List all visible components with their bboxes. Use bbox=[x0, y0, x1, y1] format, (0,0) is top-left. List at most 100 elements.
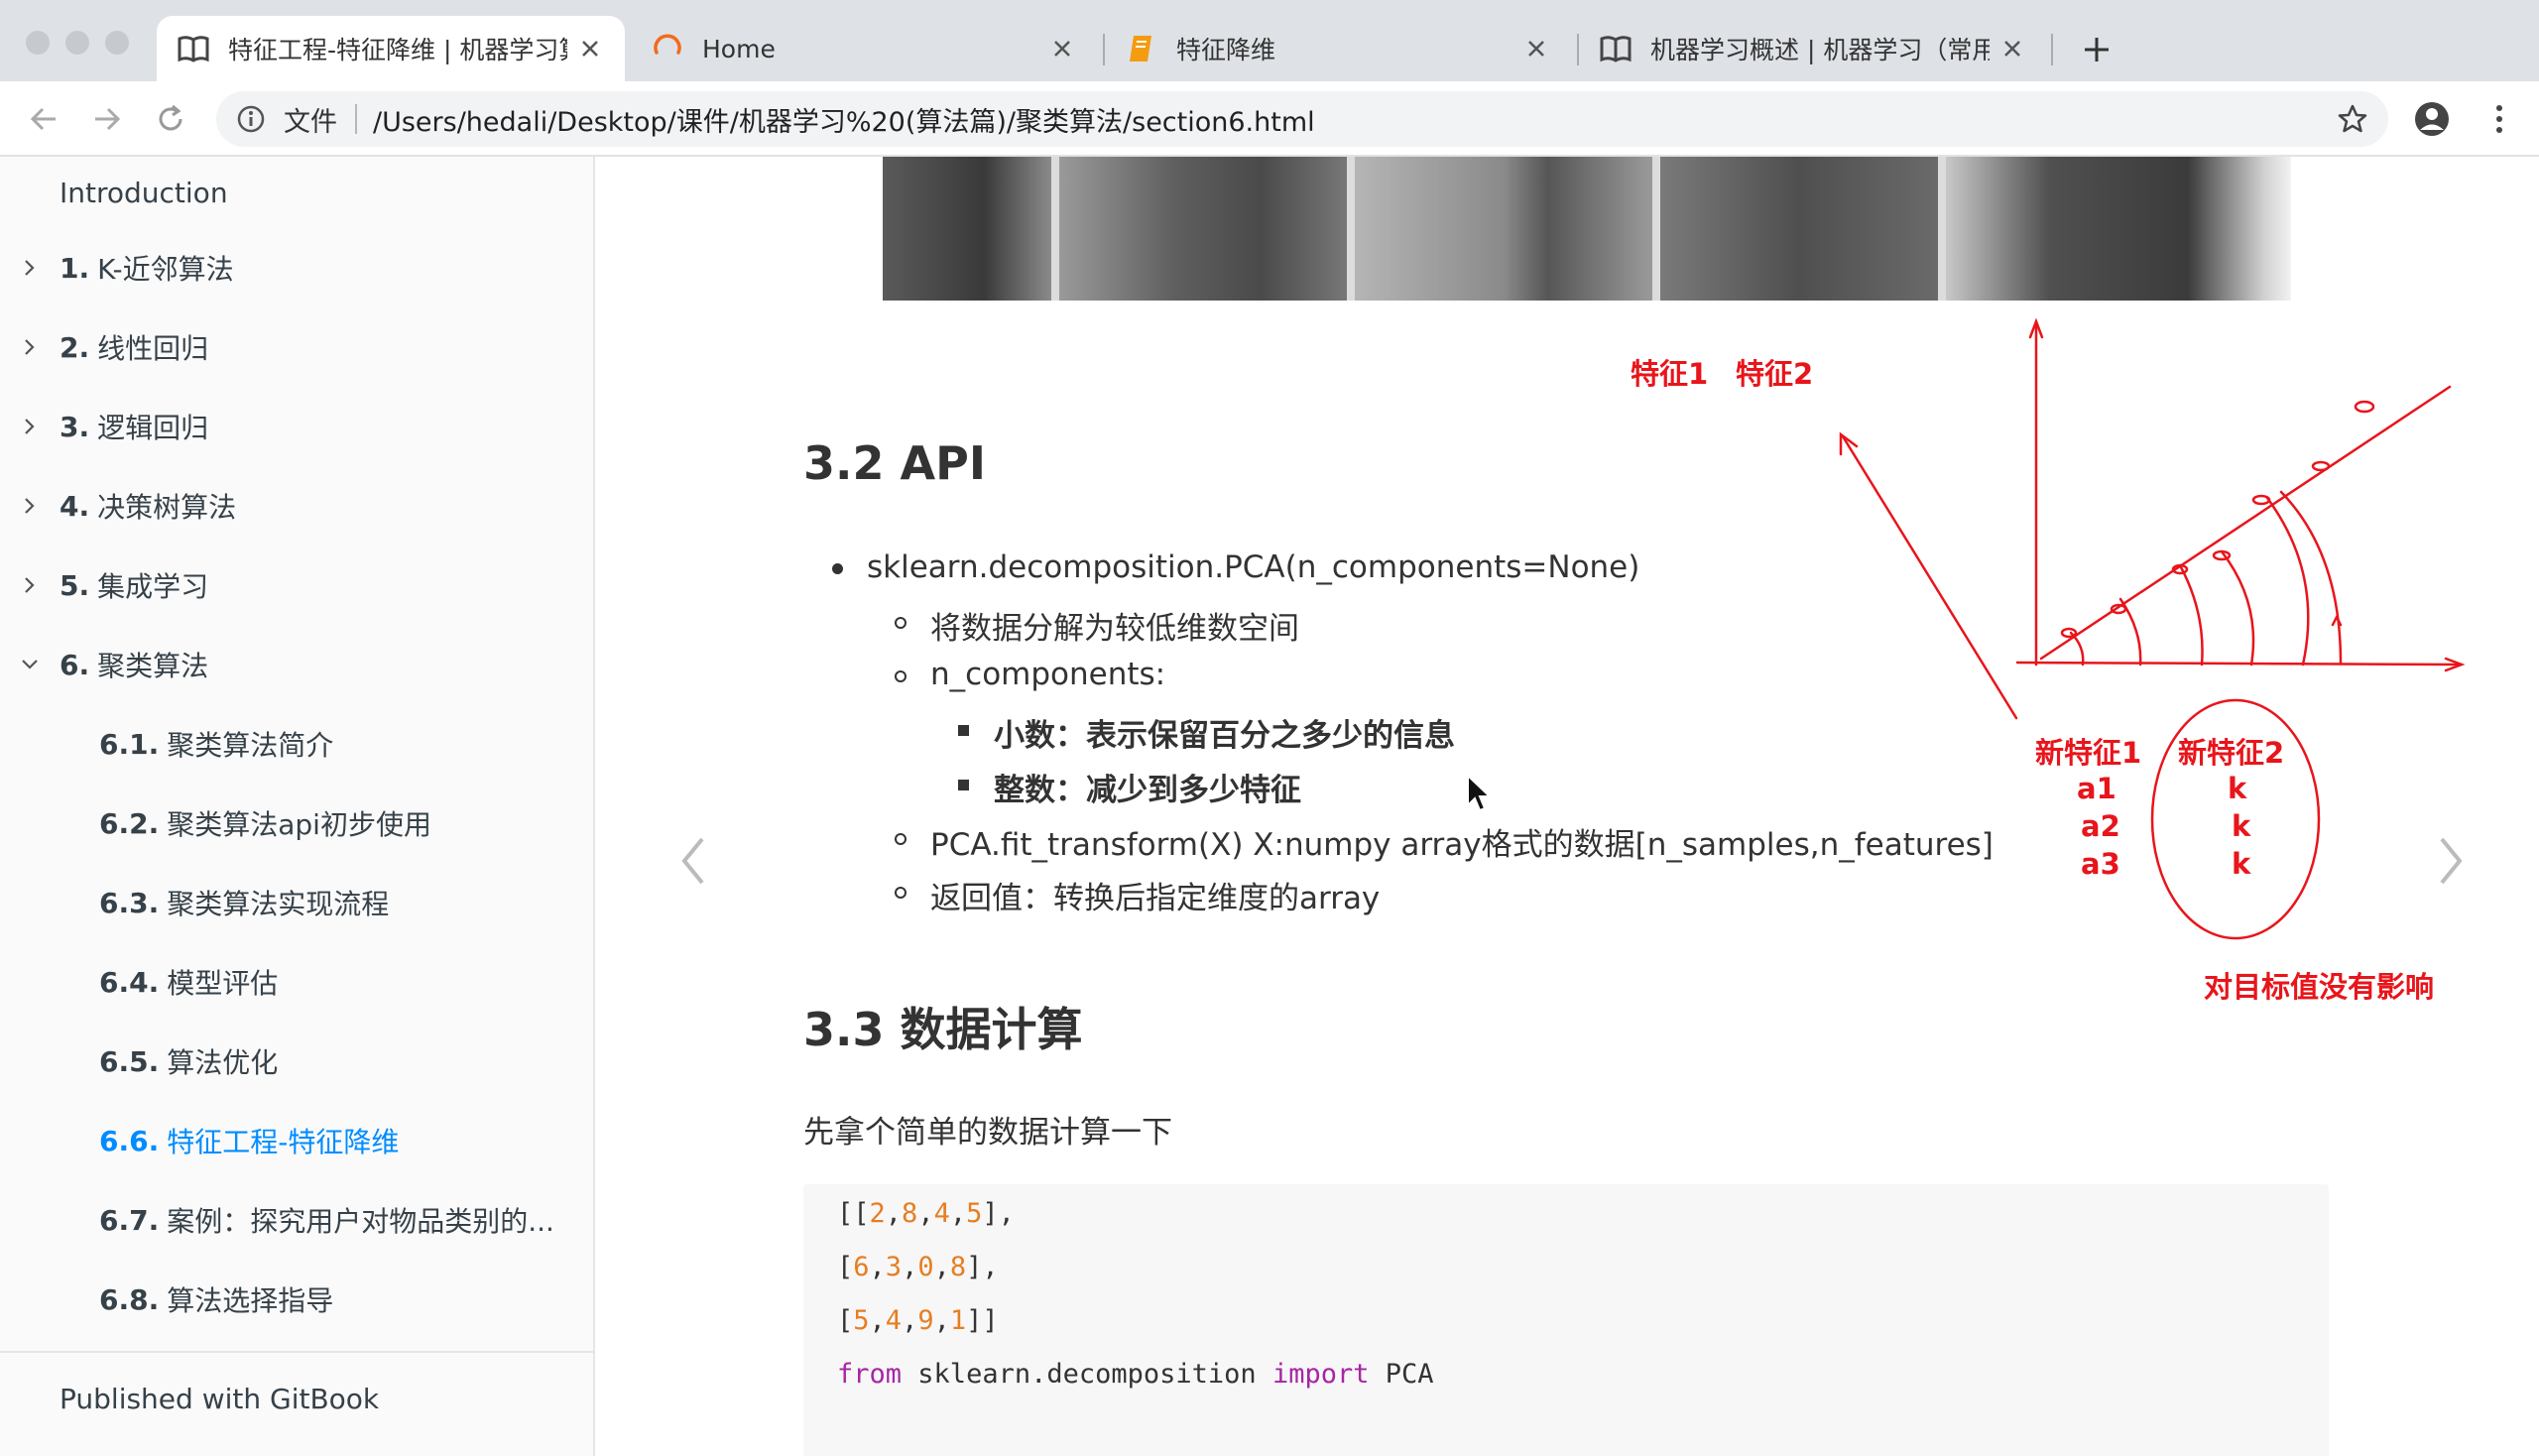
sidebar-subitem-6-6-active[interactable]: 6.6. 特征工程-特征降维 bbox=[0, 1111, 593, 1170]
book-icon bbox=[1599, 32, 1632, 65]
sidebar-subitem-6-4[interactable]: 6.4. 模型评估 bbox=[0, 952, 593, 1012]
annotation-new-feature1: 新特征1 bbox=[2035, 736, 2142, 770]
book-sidebar: Introduction 1. K-近邻算法 2. 线性回归 3. 逻辑回归 4… bbox=[0, 157, 595, 1456]
code-line-1: [[2,8,4,5], bbox=[837, 1198, 1015, 1229]
published-with-gitbook-link[interactable]: Published with GitBook bbox=[60, 1383, 379, 1415]
tab-ml-overview[interactable]: 机器学习概述 | 机器学习（常用 bbox=[1579, 16, 2047, 81]
sidebar-item-chapter-2[interactable]: 2. 线性回归 bbox=[0, 317, 593, 377]
sidebar-item-number: 2. bbox=[60, 330, 90, 364]
fit-transform-text: PCA.fit_transform(X) X:numpy array格式的数据[… bbox=[930, 827, 1994, 863]
new-tab-button[interactable] bbox=[2077, 30, 2116, 69]
window-close-button[interactable] bbox=[26, 31, 50, 55]
bullet-circle bbox=[895, 887, 907, 899]
sidebar-item-label: 逻辑回归 bbox=[97, 412, 209, 444]
bullet-circle bbox=[895, 833, 907, 845]
account-icon[interactable] bbox=[2412, 99, 2452, 139]
plus-icon bbox=[2085, 38, 2109, 61]
sidebar-item-chapter-6[interactable]: 6. 聚类算法 bbox=[0, 635, 593, 694]
chevron-right-icon[interactable] bbox=[20, 337, 40, 357]
annotation-feature2: 特征2 bbox=[1736, 357, 1814, 391]
menu-button[interactable] bbox=[2479, 99, 2519, 139]
sidebar-item-label: 线性回归 bbox=[97, 332, 209, 365]
close-icon[interactable] bbox=[1049, 36, 1075, 61]
sidebar-item-chapter-5[interactable]: 5. 集成学习 bbox=[0, 555, 593, 615]
window-zoom-button[interactable] bbox=[105, 31, 129, 55]
book-icon bbox=[177, 32, 210, 65]
integer-explanation: 整数：减少到多少特征 bbox=[994, 773, 1301, 808]
previous-page-chevron-icon[interactable] bbox=[674, 831, 714, 891]
sidebar-item-label: 特征工程-特征降维 bbox=[167, 1126, 400, 1158]
sidebar-item-label: 案例：探究用户对物品类别的... bbox=[167, 1205, 554, 1238]
api-call-text: sklearn.decomposition.PCA(n_components=N… bbox=[867, 549, 1640, 585]
browser-toolbar: 文件 /Users/hedali/Desktop/课件/机器学习%20(算法篇)… bbox=[0, 81, 2539, 157]
address-bar[interactable]: 文件 /Users/hedali/Desktop/课件/机器学习%20(算法篇)… bbox=[216, 91, 2388, 147]
annotation-a2: a2 bbox=[2081, 809, 2120, 843]
annotation-new-feature2: 新特征2 bbox=[2178, 736, 2285, 770]
sidebar-item-number: 3. bbox=[60, 410, 90, 443]
sidebar-item-number: 1. bbox=[60, 251, 90, 285]
arrow-left-icon bbox=[30, 107, 56, 131]
decimal-explanation: 小数：表示保留百分之多少的信息 bbox=[994, 718, 1455, 754]
forward-button[interactable] bbox=[87, 99, 127, 139]
sidebar-item-label: K-近邻算法 bbox=[97, 253, 234, 286]
loading-spinner-icon bbox=[651, 32, 684, 65]
close-icon[interactable] bbox=[577, 36, 603, 61]
scheme-label: 文件 bbox=[284, 106, 337, 138]
close-icon[interactable] bbox=[1999, 36, 2025, 61]
url-text[interactable]: /Users/hedali/Desktop/课件/机器学习%20(算法篇)/聚类… bbox=[373, 100, 1315, 139]
tab-home[interactable]: Home bbox=[631, 16, 1097, 81]
tab-feature-reduction[interactable]: 特征降维 bbox=[1105, 16, 1571, 81]
return-value-text: 返回值：转换后指定维度的array bbox=[930, 881, 1381, 916]
tab-active[interactable]: 特征工程-特征降维 | 机器学习算 bbox=[157, 16, 625, 81]
close-icon[interactable] bbox=[1523, 36, 1549, 61]
reload-button[interactable] bbox=[151, 99, 190, 139]
sidebar-item-number: 5. bbox=[60, 568, 90, 602]
sidebar-item-label: 聚类算法简介 bbox=[167, 729, 334, 762]
sidebar-divider bbox=[0, 1351, 593, 1353]
chevron-right-icon[interactable] bbox=[20, 417, 40, 436]
chevron-right-icon[interactable] bbox=[20, 575, 40, 595]
tab-separator bbox=[2051, 34, 2053, 65]
window-minimize-button[interactable] bbox=[65, 31, 89, 55]
bullet-circle bbox=[895, 670, 907, 682]
sidebar-item-number: 6.5. bbox=[99, 1044, 160, 1078]
api-description: 将数据分解为较低维数空间 bbox=[930, 611, 1299, 647]
sidebar-item-label: 聚类算法 bbox=[97, 650, 209, 682]
divider bbox=[355, 104, 357, 134]
back-button[interactable] bbox=[24, 99, 63, 139]
sidebar-item-number: 6. bbox=[60, 648, 90, 681]
tab-strip: 特征工程-特征降维 | 机器学习算 Home 特征降维 机器学习概述 | 机器学… bbox=[0, 0, 2539, 81]
bullet-circle bbox=[895, 617, 907, 629]
mouse-cursor-icon bbox=[1467, 774, 1492, 812]
sidebar-item-chapter-1[interactable]: 1. K-近邻算法 bbox=[0, 238, 593, 298]
sidebar-item-number: 6.2. bbox=[99, 806, 160, 840]
sidebar-subitem-6-3[interactable]: 6.3. 聚类算法实现流程 bbox=[0, 873, 593, 932]
sidebar-subitem-6-5[interactable]: 6.5. 算法优化 bbox=[0, 1031, 593, 1091]
annotation-a3: a3 bbox=[2081, 847, 2120, 881]
next-page-chevron-icon[interactable] bbox=[2430, 831, 2470, 891]
sidebar-item-label: 聚类算法api初步使用 bbox=[167, 808, 431, 841]
sidebar-item-label: 聚类算法实现流程 bbox=[167, 888, 390, 920]
sidebar-item-introduction[interactable]: Introduction bbox=[0, 163, 593, 222]
sidebar-item-number: 6.8. bbox=[99, 1282, 160, 1316]
sidebar-item-chapter-3[interactable]: 3. 逻辑回归 bbox=[0, 397, 593, 456]
sidebar-subitem-6-7[interactable]: 6.7. 案例：探究用户对物品类别的... bbox=[0, 1190, 593, 1250]
code-line-3: [5,4,9,1]] bbox=[837, 1305, 999, 1336]
chevron-right-icon[interactable] bbox=[20, 496, 40, 516]
star-icon[interactable] bbox=[2337, 103, 2368, 135]
chevron-down-icon[interactable] bbox=[20, 655, 40, 674]
calc-intro-text: 先拿个简单的数据计算一下 bbox=[803, 1115, 1172, 1151]
info-icon[interactable] bbox=[236, 104, 266, 134]
sidebar-item-label: Introduction bbox=[60, 176, 228, 209]
sidebar-subitem-6-1[interactable]: 6.1. 聚类算法简介 bbox=[0, 714, 593, 774]
chevron-right-icon[interactable] bbox=[20, 258, 40, 278]
code-block[interactable]: [[2,8,4,5], [6,3,0,8], [5,4,9,1]] from s… bbox=[803, 1184, 2329, 1456]
bookmark-doc-icon bbox=[1125, 32, 1158, 65]
sidebar-item-label: 算法优化 bbox=[167, 1046, 279, 1079]
sidebar-item-label: 模型评估 bbox=[167, 967, 279, 1000]
bullet-disc bbox=[832, 563, 843, 574]
bullet-square bbox=[958, 780, 969, 790]
sidebar-subitem-6-8[interactable]: 6.8. 算法选择指导 bbox=[0, 1270, 593, 1329]
sidebar-subitem-6-2[interactable]: 6.2. 聚类算法api初步使用 bbox=[0, 793, 593, 853]
sidebar-item-chapter-4[interactable]: 4. 决策树算法 bbox=[0, 476, 593, 536]
